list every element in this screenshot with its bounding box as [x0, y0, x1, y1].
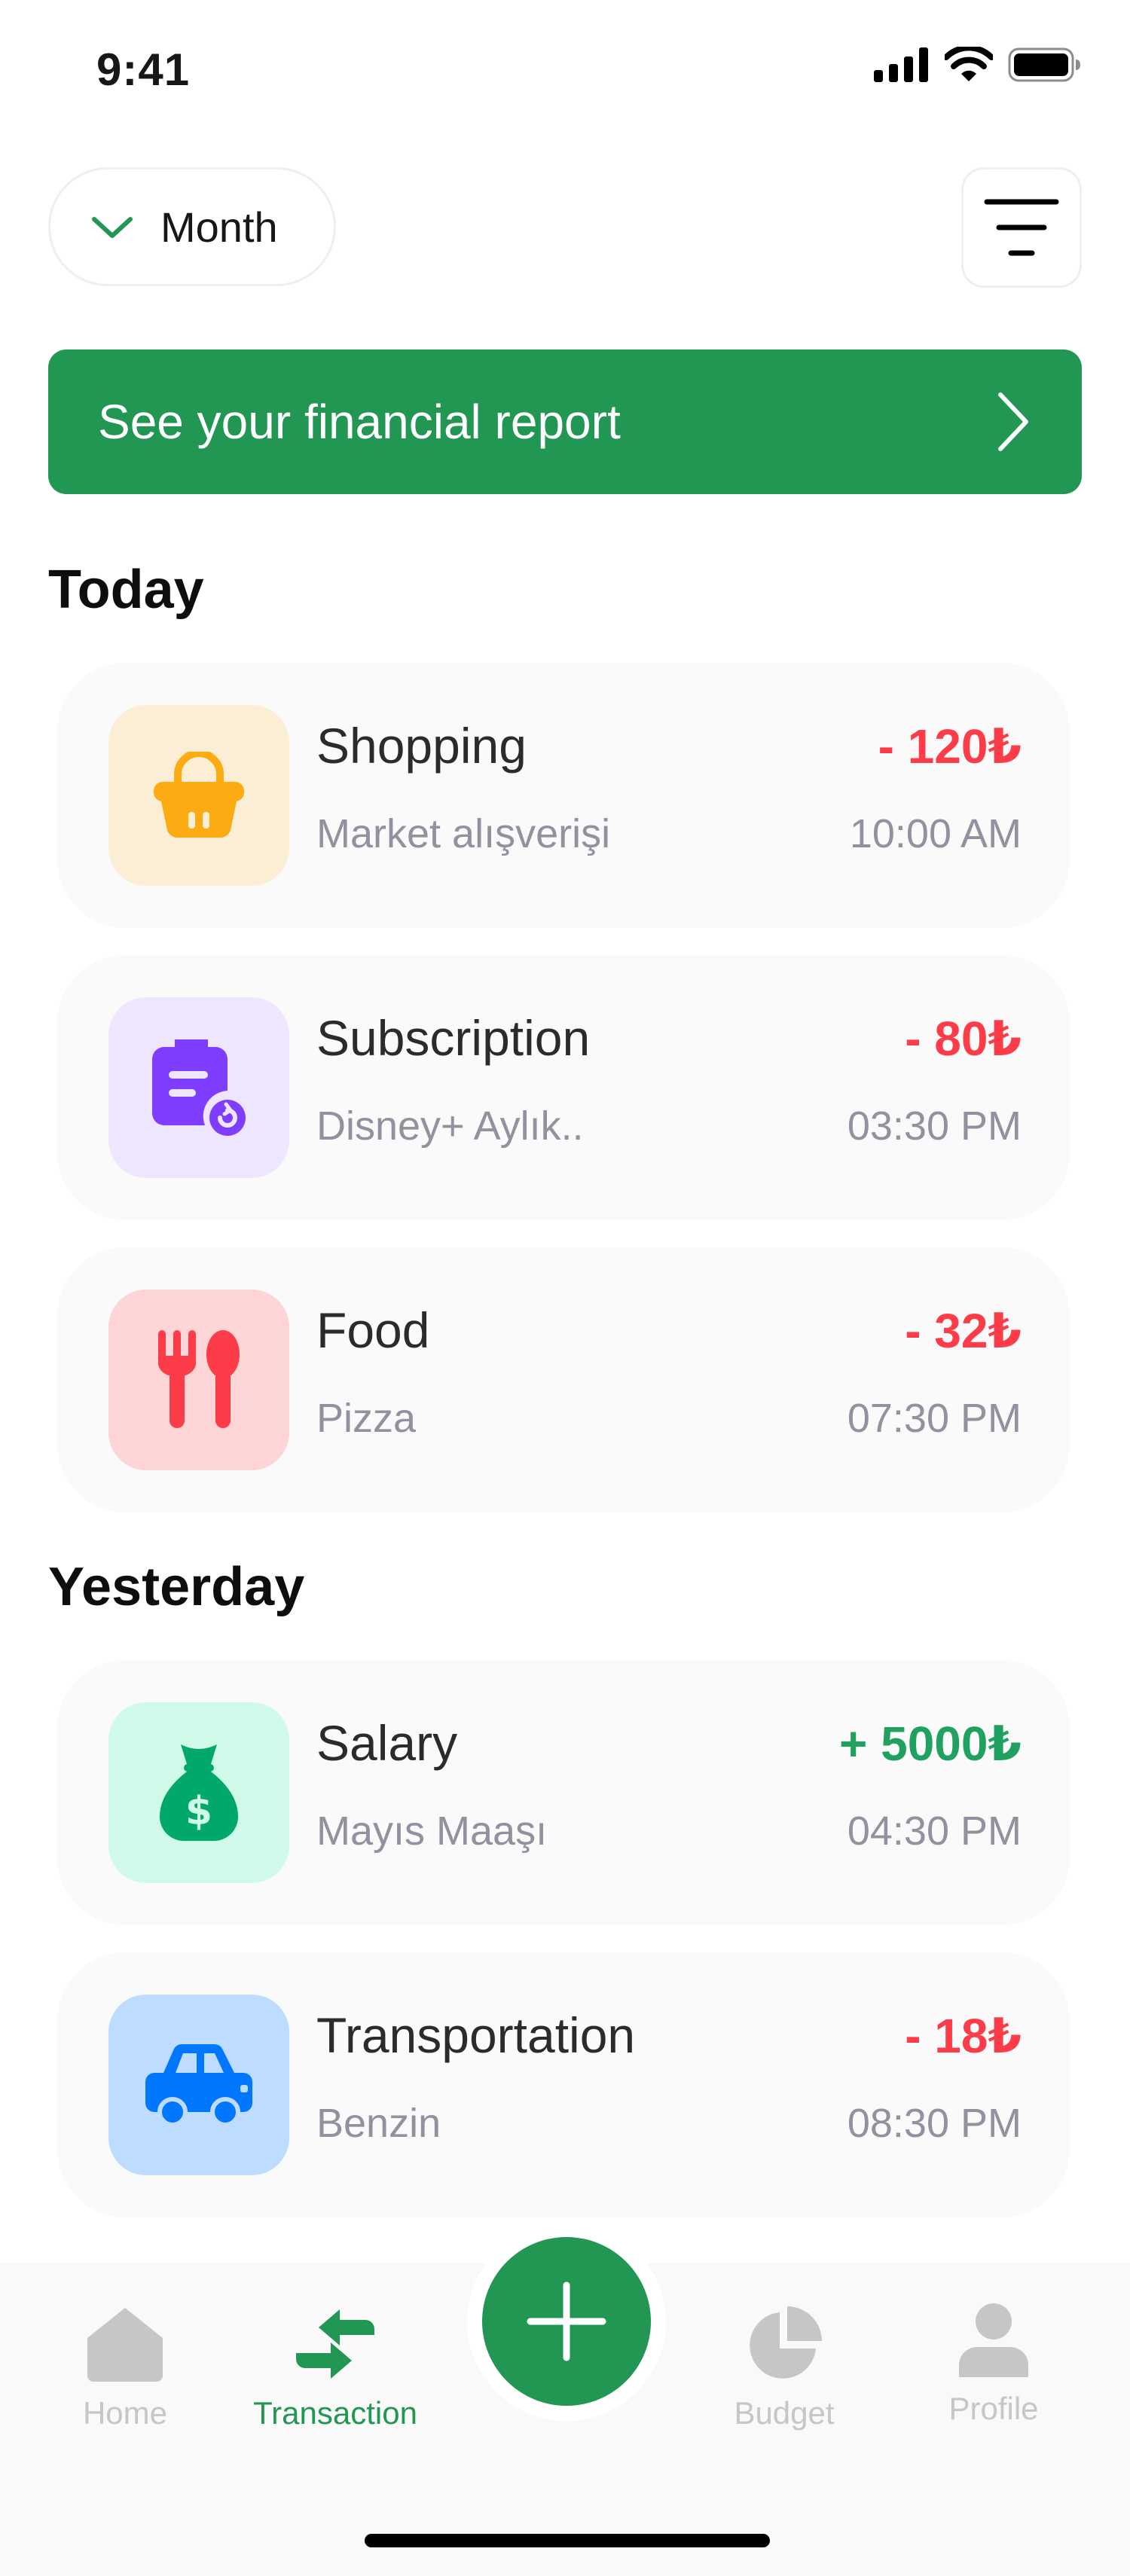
transaction-card[interactable]: Food Pizza - 32₺ 07:30 PM: [57, 1247, 1070, 1512]
transaction-card[interactable]: Transportation Benzin - 18₺ 08:30 PM: [57, 1952, 1070, 2217]
filter-icon: [984, 199, 1059, 256]
car-icon: [145, 2044, 252, 2127]
transaction-amount: + 5000₺: [838, 1717, 1022, 1771]
transaction-category: Food: [316, 1302, 430, 1358]
category-icon-box: [108, 705, 289, 886]
transaction-category: Shopping: [316, 718, 527, 774]
section-title-today: Today: [48, 560, 204, 620]
tab-label: Home: [82, 2395, 168, 2431]
transaction-amount: - 18₺: [905, 2009, 1022, 2063]
transaction-note: Disney+ Aylık..: [316, 1103, 584, 1149]
financial-report-banner[interactable]: See your financial report: [48, 349, 1082, 494]
transaction-category: Subscription: [316, 1010, 591, 1066]
transaction-time: 10:00 AM: [849, 811, 1022, 856]
period-selector[interactable]: Month: [48, 167, 336, 286]
user-icon: [959, 2303, 1028, 2377]
status-time: 9:41: [96, 44, 191, 95]
subscription-icon: [152, 1039, 246, 1136]
transaction-amount: - 32₺: [905, 1304, 1022, 1358]
filter-button[interactable]: [961, 167, 1082, 288]
status-icons: [874, 47, 1082, 83]
home-icon: [87, 2308, 163, 2382]
cellular-signal-icon: [874, 47, 928, 82]
category-icon-box: [108, 1995, 289, 2175]
shopping-basket-icon: [154, 752, 244, 838]
section-title-yesterday: Yesterday: [48, 1557, 305, 1617]
home-indicator: [365, 2534, 770, 2547]
transaction-icon: [296, 2309, 374, 2379]
tab-label: Profile: [948, 2391, 1039, 2426]
transaction-category: Transportation: [316, 2007, 636, 2063]
transaction-amount: - 80₺: [905, 1012, 1022, 1066]
tab-home[interactable]: Home: [65, 2306, 185, 2431]
chevron-right-icon: [998, 392, 1028, 451]
transaction-card[interactable]: Subscription Disney+ Aylık.. - 80₺ 03:30…: [57, 955, 1070, 1220]
restaurant-icon: [158, 1330, 240, 1428]
tab-label: Transaction: [253, 2395, 417, 2431]
category-icon-box: [108, 997, 289, 1178]
tab-profile[interactable]: Profile: [930, 2302, 1058, 2427]
transaction-time: 04:30 PM: [847, 1808, 1022, 1854]
transaction-category: Salary: [316, 1715, 458, 1771]
transaction-time: 08:30 PM: [847, 2101, 1022, 2146]
wifi-icon: [945, 47, 993, 81]
transaction-amount: - 120₺: [878, 719, 1022, 774]
plus-icon: [527, 2281, 606, 2361]
pie-chart-icon: [750, 2306, 822, 2379]
category-icon-box: [108, 1290, 289, 1470]
category-icon-box: $: [108, 1702, 289, 1883]
period-selector-label: Month: [160, 203, 278, 251]
tab-label: Budget: [734, 2395, 835, 2431]
add-transaction-button[interactable]: [482, 2237, 651, 2406]
transaction-time: 03:30 PM: [847, 1103, 1022, 1149]
svg-text:$: $: [185, 1789, 212, 1834]
transaction-note: Market alışverişi: [316, 811, 611, 856]
battery-icon: [1008, 47, 1080, 82]
money-bag-icon: $: [160, 1744, 238, 1841]
transaction-note: Pizza: [316, 1396, 417, 1441]
transaction-note: Benzin: [316, 2101, 441, 2146]
transaction-time: 07:30 PM: [847, 1396, 1022, 1441]
transaction-note: Mayıs Maaşı: [316, 1808, 548, 1854]
chevron-down-icon: [92, 217, 133, 238]
financial-report-label: See your financial report: [98, 395, 621, 449]
transaction-card[interactable]: Shopping Market alışverişi - 120₺ 10:00 …: [57, 663, 1070, 928]
tab-budget[interactable]: Budget: [713, 2306, 856, 2431]
tab-transaction[interactable]: Transaction: [241, 2306, 429, 2431]
transaction-card[interactable]: $ Salary Mayıs Maaşı + 5000₺ 04:30 PM: [57, 1660, 1070, 1925]
